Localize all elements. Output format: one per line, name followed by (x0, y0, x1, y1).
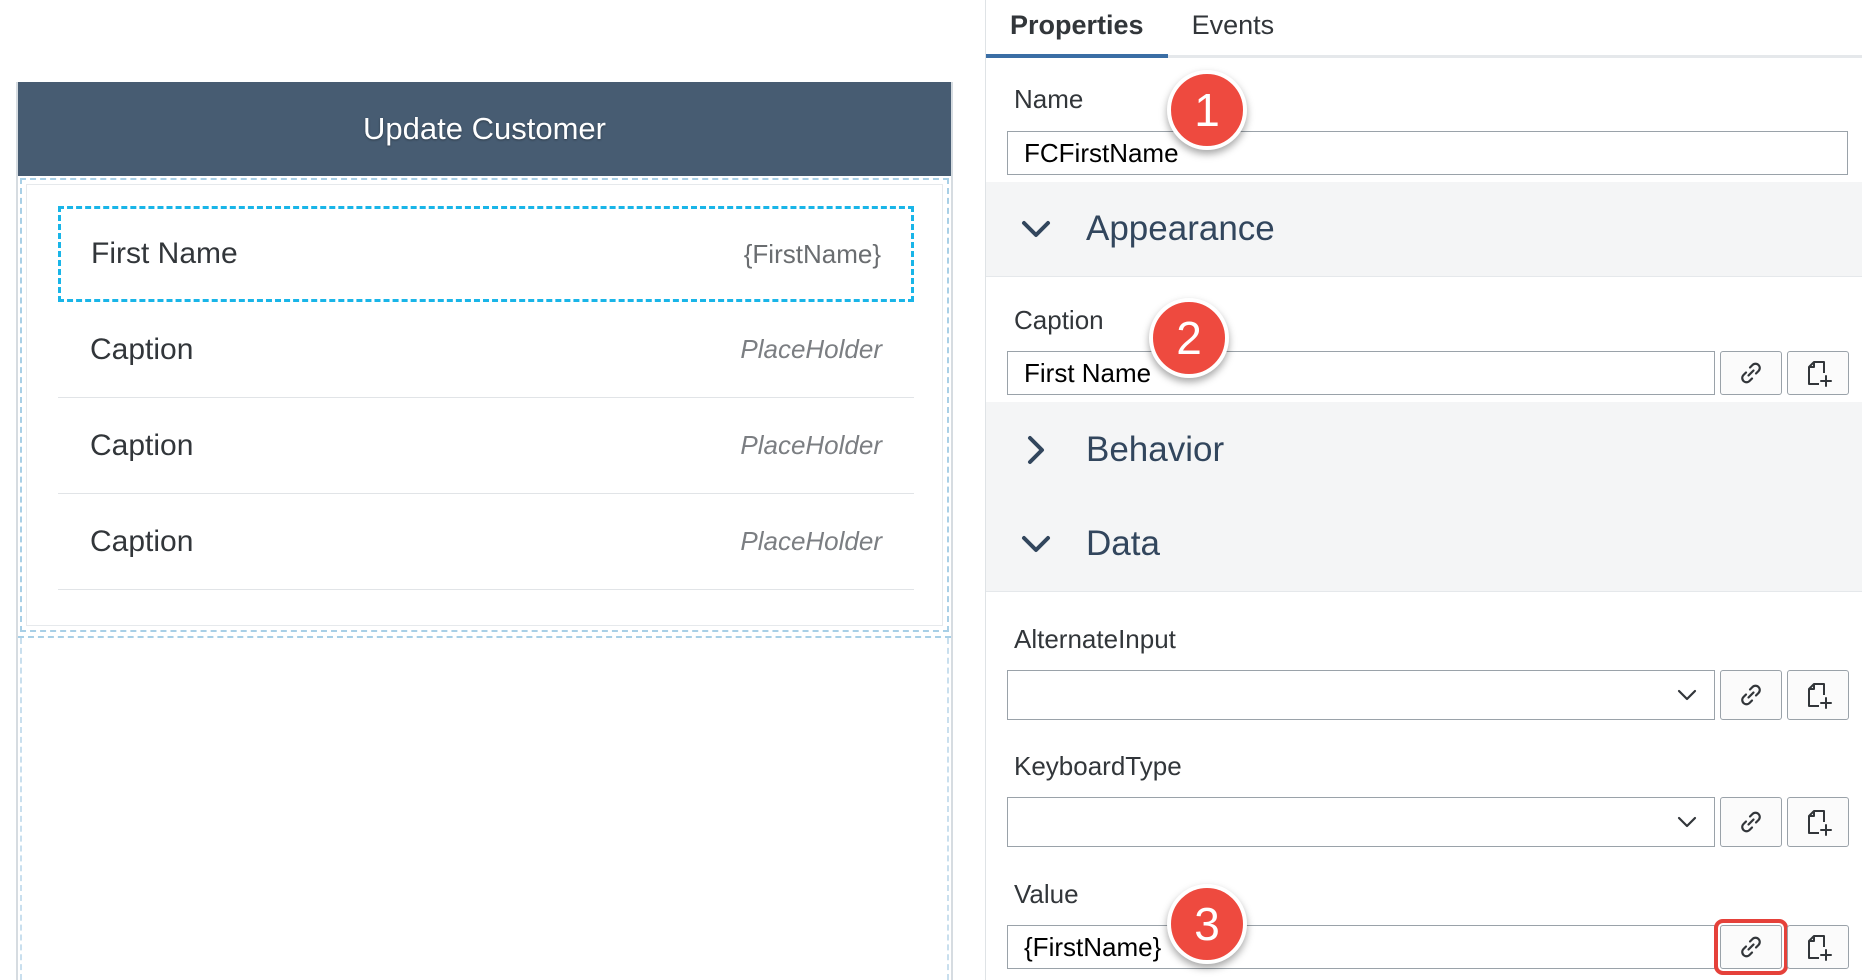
value-create-rule-button[interactable] (1787, 925, 1849, 969)
page-preview: Update Customer First Name {FirstName} C… (16, 82, 953, 980)
value-label: Value (1014, 879, 1079, 909)
form-cell-caption: First Name (91, 237, 238, 270)
caption-input-value: First Name (1024, 357, 1152, 388)
form-cell-placeholder: PlaceHolder (740, 526, 882, 556)
link-icon (1741, 811, 1761, 833)
screen: Update Customer First Name {FirstName} C… (0, 0, 1862, 980)
alternate-input-label: AlternateInput (1014, 624, 1176, 654)
alternate-input-bind-button[interactable] (1720, 670, 1782, 720)
caption-bind-button[interactable] (1720, 351, 1782, 395)
form-cell-caption: Caption (90, 332, 194, 366)
form-cell-placeholder: PlaceHolder (740, 430, 882, 460)
keyboard-type-bind-button[interactable] (1720, 797, 1782, 847)
form-cell-caption: Caption (90, 428, 194, 462)
name-input[interactable]: FCFirstName (1007, 131, 1848, 175)
preview-guide-right (947, 638, 949, 980)
chevron-down-icon (1677, 689, 1697, 701)
callout-badge-3: 3 (1167, 884, 1247, 964)
chevron-right-icon (1028, 435, 1044, 464)
form-cell-3[interactable]: Caption PlaceHolder (58, 398, 914, 494)
caption-create-rule-button[interactable] (1787, 351, 1849, 395)
keyboard-type-select[interactable] (1007, 797, 1715, 847)
link-icon (1741, 362, 1761, 384)
new-file-icon (1808, 683, 1832, 709)
callout-badge-2: 2 (1149, 298, 1229, 378)
keyboard-type-create-rule-button[interactable] (1787, 797, 1849, 847)
chevron-down-icon (1677, 816, 1697, 828)
form-cell-first-name[interactable]: First Name {FirstName} (58, 206, 914, 302)
behavior-group-header[interactable]: Behavior (986, 402, 1862, 497)
data-group-title: Data (1086, 524, 1160, 563)
alternate-input-create-rule-button[interactable] (1787, 670, 1849, 720)
section-divider (18, 636, 951, 638)
properties-panel: Properties Events Name FCFirstName Appea… (985, 0, 1862, 980)
form-cell-4[interactable]: Caption PlaceHolder (58, 494, 914, 590)
value-bind-button[interactable] (1714, 919, 1788, 975)
link-icon (1741, 936, 1761, 958)
value-input[interactable]: {FirstName} (1007, 925, 1715, 969)
chevron-down-icon (1022, 221, 1050, 237)
tab-events[interactable]: Events (1168, 10, 1299, 55)
page-title: Update Customer (363, 111, 606, 146)
preview-header: Update Customer (18, 82, 951, 176)
link-icon (1741, 684, 1761, 706)
caption-label: Caption (1014, 305, 1104, 335)
behavior-group-title: Behavior (1086, 429, 1225, 469)
appearance-group-title: Appearance (1086, 209, 1275, 248)
name-label: Name (1014, 84, 1084, 114)
chevron-down-icon (1022, 536, 1050, 552)
new-file-icon (1808, 935, 1832, 961)
form-cell-caption: Caption (90, 524, 194, 558)
tab-properties[interactable]: Properties (986, 10, 1168, 58)
callout-badge-1: 1 (1167, 70, 1247, 150)
keyboard-type-label: KeyboardType (1014, 751, 1182, 781)
appearance-group-header[interactable]: Appearance (986, 182, 1862, 277)
new-file-icon (1808, 810, 1832, 836)
alternate-input-select[interactable] (1007, 670, 1715, 720)
new-file-icon (1808, 361, 1832, 387)
caption-input[interactable]: First Name (1007, 351, 1715, 395)
value-input-value: {FirstName} (1024, 931, 1162, 962)
form-cell-placeholder: PlaceHolder (740, 334, 882, 364)
form-cell-value: {FirstName} (743, 238, 881, 269)
preview-guide-left (20, 638, 22, 980)
form-cell-2[interactable]: Caption PlaceHolder (58, 302, 914, 398)
data-group-header[interactable]: Data (986, 497, 1862, 592)
panel-tabs: Properties Events (986, 0, 1862, 58)
name-input-value: FCFirstName (1024, 137, 1179, 168)
